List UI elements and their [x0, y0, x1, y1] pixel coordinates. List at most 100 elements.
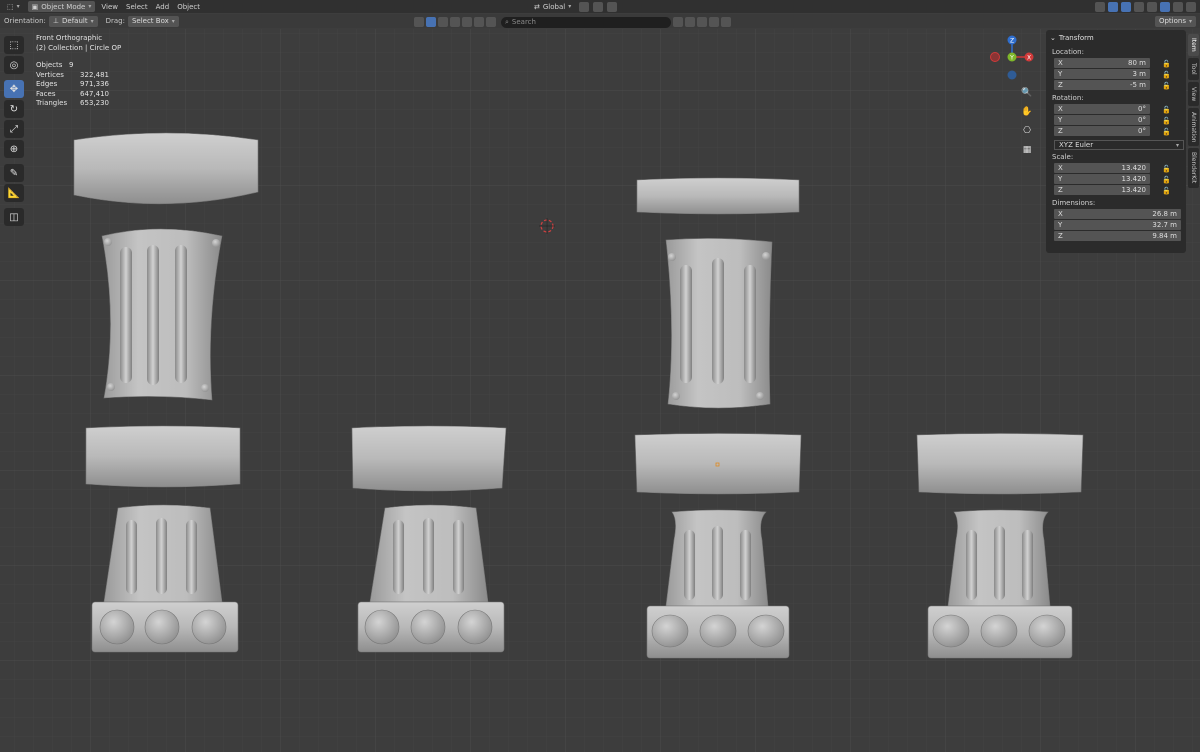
camera-view-button[interactable]: ⎔ — [1020, 124, 1034, 138]
navigation-gizmo[interactable]: Z X Y — [985, 34, 1039, 82]
zoom-button[interactable]: 🔍 — [1020, 86, 1034, 100]
move-tool[interactable]: ✥ — [4, 80, 24, 98]
options-dropdown[interactable]: Options ▾ — [1154, 15, 1196, 27]
lock-icon[interactable]: 🔓 — [1162, 117, 1171, 125]
layout-icon[interactable] — [685, 17, 695, 27]
rotation-z-field[interactable]: Z 0° — [1054, 126, 1150, 136]
orientation-label: Orientation: — [4, 17, 46, 25]
dimension-y-field[interactable]: Y 32.7 m — [1054, 220, 1181, 230]
lock-icon[interactable]: 🔓 — [1162, 187, 1171, 195]
overlay-toggle-icon[interactable] — [1121, 1, 1131, 12]
chevron-down-icon[interactable] — [673, 17, 683, 27]
mesh-cap-top-right[interactable] — [636, 177, 800, 215]
menu-select[interactable]: Select — [122, 3, 152, 11]
mesh-panel-top-right[interactable] — [665, 238, 773, 409]
light-filter-icon[interactable] — [462, 17, 472, 27]
viewport-filter-bar: ⌕ Search — [414, 15, 731, 29]
dimension-z-field[interactable]: Z 9.84 m — [1054, 231, 1181, 241]
lock-icon[interactable]: 🔓 — [1162, 60, 1171, 68]
panel-header[interactable]: ⌄ Transform — [1050, 34, 1182, 42]
chevron-down-icon: ▾ — [171, 17, 175, 25]
shading-material-icon[interactable] — [1173, 1, 1183, 12]
dimensions-label: Dimensions: — [1052, 199, 1096, 207]
search-input[interactable]: ⌕ Search — [501, 16, 671, 28]
mesh-cap-top-left[interactable] — [73, 132, 259, 205]
gizmo-toggle-icon[interactable] — [1108, 1, 1118, 12]
dimension-x-field[interactable]: X 26.8 m — [1054, 209, 1181, 219]
snap-icon[interactable] — [593, 1, 604, 12]
mesh-cap-bottom-2[interactable] — [351, 425, 507, 492]
measure-tool[interactable]: 📐 — [4, 184, 24, 202]
scale-y-field[interactable]: Y 13.420 — [1054, 174, 1150, 184]
scale-z-field[interactable]: Z 13.420 — [1054, 185, 1150, 195]
menu-add[interactable]: Add — [152, 3, 174, 11]
camera-filter-icon[interactable] — [450, 17, 460, 27]
options-label: Options — [1158, 17, 1186, 25]
tab-view[interactable]: View — [1188, 82, 1199, 106]
lock-icon[interactable]: 🔓 — [1162, 128, 1171, 136]
shading-rendered-icon[interactable] — [1186, 1, 1196, 12]
transform-orientation-dropdown[interactable]: ⇄ Global ▾ — [530, 1, 575, 12]
mesh-cap-bottom-1[interactable] — [85, 425, 241, 488]
filter-icon[interactable] — [414, 17, 424, 27]
shield-icon[interactable] — [721, 17, 731, 27]
pivot-point-icon[interactable] — [579, 1, 590, 12]
tab-label: Item — [1190, 38, 1197, 52]
lock-icon[interactable]: 🔓 — [1162, 165, 1171, 173]
bookmark-icon[interactable] — [697, 17, 707, 27]
lock-icon[interactable]: 🔓 — [1162, 82, 1171, 90]
editor-type-button[interactable]: ⬚ ▾ — [3, 1, 24, 12]
location-x-field[interactable]: X 80 m — [1054, 58, 1150, 68]
drag-dropdown[interactable]: Select Box ▾ — [127, 15, 179, 27]
measure-icon: 📐 — [7, 187, 21, 199]
rotation-mode-value: XYZ Euler — [1059, 141, 1094, 149]
shading-wireframe-icon[interactable] — [1147, 1, 1157, 12]
empty-filter-icon[interactable] — [474, 17, 484, 27]
curve-filter-icon[interactable] — [486, 17, 496, 27]
axis-neg-x-ball[interactable] — [990, 52, 1000, 62]
mode-dropdown[interactable]: ▣ Object Mode ▾ — [27, 1, 96, 12]
visibility-icon[interactable] — [1095, 1, 1105, 12]
rotation-mode-dropdown[interactable]: XYZ Euler ▾ — [1054, 140, 1184, 150]
tab-tool[interactable]: Tool — [1188, 58, 1199, 80]
axis-label: X — [1058, 105, 1063, 113]
select-box-tool[interactable]: ⬚ — [4, 36, 24, 54]
rotation-x-field[interactable]: X 0° — [1054, 104, 1150, 114]
rotate-tool[interactable]: ↻ — [4, 100, 24, 118]
tab-label: Animation — [1190, 111, 1197, 143]
tab-blenderkit[interactable]: BlenderKit — [1188, 148, 1199, 188]
add-cube-tool[interactable]: ◫ — [4, 208, 24, 226]
rotation-y-field[interactable]: Y 0° — [1054, 115, 1150, 125]
mesh-cap-bottom-3[interactable] — [634, 433, 802, 495]
orientation-dropdown[interactable]: ⊥ Default ▾ — [48, 15, 98, 27]
chevron-down-icon: ▾ — [90, 17, 94, 25]
pan-button[interactable]: ✋ — [1020, 105, 1034, 119]
shading-solid-icon[interactable] — [1160, 1, 1170, 12]
location-y-field[interactable]: Y 3 m — [1054, 69, 1150, 79]
scale-x-field[interactable]: X 13.420 — [1054, 163, 1150, 173]
xray-icon[interactable] — [1134, 1, 1144, 12]
menu-view[interactable]: View — [97, 3, 122, 11]
grid-icon: ▦ — [1022, 145, 1032, 155]
mesh-filter-icon[interactable] — [438, 17, 448, 27]
location-z-field[interactable]: Z -5 m — [1054, 80, 1150, 90]
transform-tool[interactable]: ⊕ — [4, 140, 24, 158]
proportional-edit-icon[interactable] — [607, 1, 618, 12]
mesh-cap-bottom-4[interactable] — [916, 433, 1084, 495]
lock-icon[interactable]: 🔓 — [1162, 71, 1171, 79]
cursor-tool[interactable]: ◎ — [4, 56, 24, 74]
tab-animation[interactable]: Animation — [1188, 108, 1199, 146]
object-type-icon[interactable] — [426, 17, 436, 27]
annotate-tool[interactable]: ✎ — [4, 164, 24, 182]
menu-object[interactable]: Object — [173, 3, 204, 11]
scale-tool[interactable]: ⤢ — [4, 120, 24, 138]
field-value: 3 m — [1132, 70, 1147, 78]
tab-item[interactable]: Item — [1188, 34, 1199, 56]
funnel-icon[interactable] — [709, 17, 719, 27]
axis-neg-z-ball[interactable] — [1007, 70, 1017, 80]
perspective-toggle-button[interactable]: ▦ — [1020, 143, 1034, 157]
mesh-panel-top-left[interactable] — [101, 228, 223, 401]
lock-icon[interactable]: 🔓 — [1162, 176, 1171, 184]
location-label: Location: — [1052, 48, 1084, 56]
lock-icon[interactable]: 🔓 — [1162, 106, 1171, 114]
